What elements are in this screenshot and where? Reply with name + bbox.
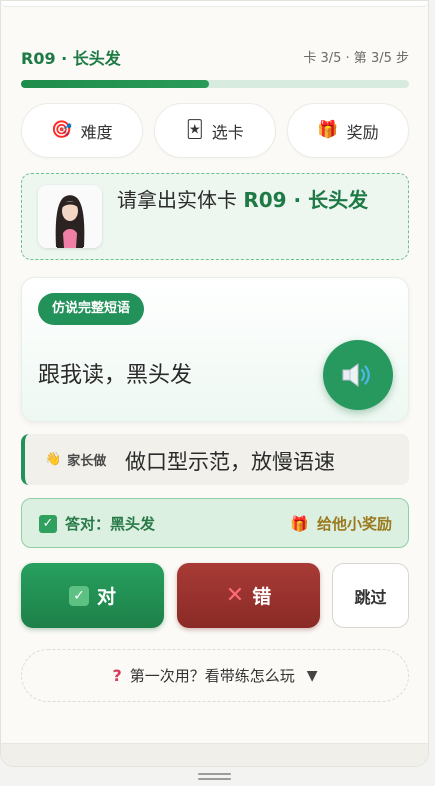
answer-text: 答对：黑头发: [65, 515, 156, 533]
header: R09 · 长头发 卡 3/5 · 第 3/5 步: [21, 45, 409, 68]
progress-text: 卡 3/5 · 第 3/5 步: [303, 51, 409, 66]
phrase-text: 跟我读，黑头发: [38, 363, 193, 388]
waving-hand-icon: 👋: [45, 452, 62, 467]
reward-hint: 🎁 给他小奖励: [290, 513, 392, 534]
check-icon: ✓: [68, 585, 89, 606]
parent-label-text: 家长做: [67, 454, 107, 469]
reward-label: 奖励: [346, 122, 379, 142]
play-audio-button[interactable]: [323, 340, 393, 410]
progress-fill: [21, 80, 210, 88]
difficulty-button[interactable]: 🎯 难度: [21, 103, 143, 158]
wrong-label: 错: [252, 586, 272, 608]
progress-bar: [21, 80, 409, 88]
top-edge: [1, 1, 428, 7]
toolbar-tabs: 🎯 难度 🃏 选卡 🎁 奖励: [21, 103, 409, 159]
card-icon: 🃏: [186, 120, 204, 140]
footer-strip: [1, 743, 428, 766]
correct-button[interactable]: ✓ 对: [21, 563, 164, 628]
target-icon: 🎯: [51, 120, 73, 140]
select-card-button[interactable]: 🃏 选卡: [154, 103, 276, 158]
select-card-label: 选卡: [211, 122, 244, 142]
skip-label: 跳过: [354, 587, 387, 607]
phrase-card: 仿说完整短语 跟我读，黑头发: [21, 277, 409, 422]
reward-button[interactable]: 🎁 奖励: [287, 103, 409, 158]
parent-instruction: 👋 家长做 做口型示范，放慢语速: [21, 434, 409, 485]
correct-label: 对: [96, 586, 116, 608]
girl-long-hair-image: [38, 185, 102, 248]
resize-handle-icon[interactable]: [198, 773, 231, 781]
wrong-button[interactable]: ✕ 错: [177, 563, 320, 628]
answer-label: ✓ 答对：黑头发: [39, 513, 155, 534]
card-name: R09 · 长头发: [243, 188, 369, 212]
gift-icon: 🎁: [290, 514, 309, 533]
cross-icon: ✕: [225, 582, 245, 608]
parent-instruction-text: 做口型示范，放慢语速: [125, 450, 335, 474]
parent-label: 👋 家长做: [45, 450, 106, 469]
card-thumbnail: [38, 185, 102, 248]
gift-icon: 🎁: [317, 120, 339, 140]
caret-down-icon: ▼: [306, 667, 318, 684]
help-label: 第一次用？看带练怎么玩: [129, 667, 295, 685]
check-icon: ✓: [39, 514, 57, 533]
mode-badge: 仿说完整短语: [38, 293, 145, 325]
answer-bar: ✓ 答对：黑头发 🎁 给他小奖励: [21, 498, 409, 548]
help-toggle[interactable]: ? 第一次用？看带练怎么玩 ▼: [21, 649, 409, 702]
skip-button[interactable]: 跳过: [332, 563, 409, 628]
speaker-icon: [342, 363, 370, 387]
card-prompt-text: 请拿出实体卡 R09 · 长头发: [117, 186, 392, 215]
card-prompt-prefix: 请拿出实体卡: [117, 188, 244, 212]
reward-hint-text: 给他小奖励: [316, 515, 392, 533]
app-frame: R09 · 长头发 卡 3/5 · 第 3/5 步 🎯 难度 🃏 选卡 🎁 奖励: [0, 0, 429, 767]
page-title: R09 · 长头发: [21, 49, 121, 68]
question-icon: ?: [112, 666, 122, 685]
card-prompt: 请拿出实体卡 R09 · 长头发: [21, 173, 409, 260]
difficulty-label: 难度: [80, 122, 113, 142]
